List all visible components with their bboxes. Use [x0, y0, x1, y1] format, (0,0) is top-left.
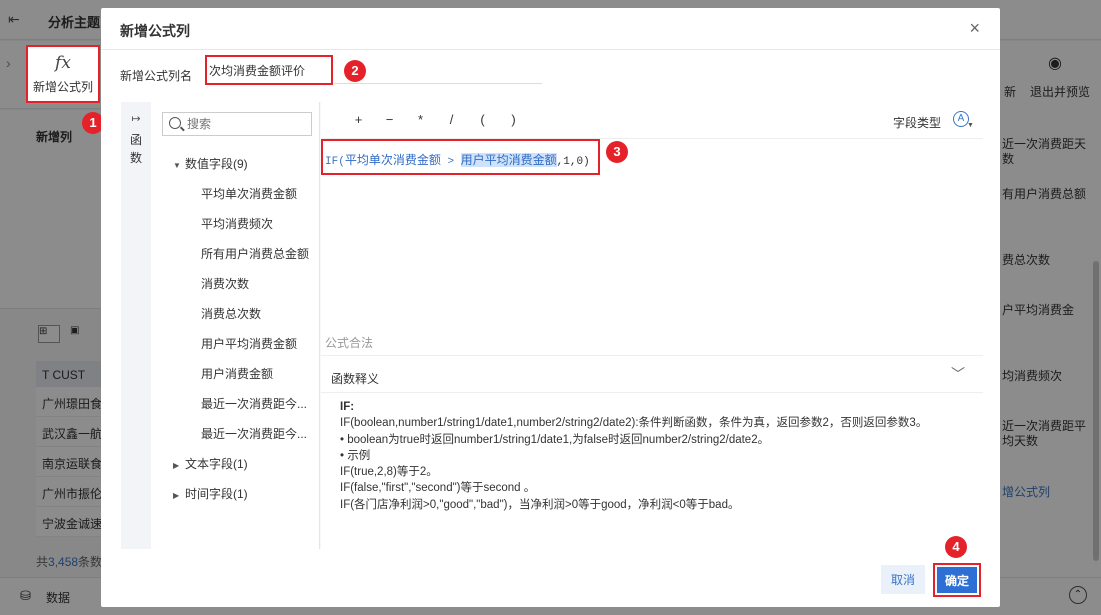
explanation-line: IF(各门店净利润>0,"good","bad")，当净利润>0等于good，净… — [340, 498, 740, 511]
field-type-label: 字段类型 — [893, 116, 942, 130]
formula-status: 公式合法 — [325, 336, 374, 350]
new-formula-column-button[interactable]: fx 新增公式列 — [26, 45, 100, 103]
fx-icon: fx — [55, 53, 71, 73]
tree-item[interactable]: 平均单次消费金额 — [201, 185, 313, 202]
category-label: 数值字段(9) — [185, 157, 248, 171]
operator-divide-button[interactable]: / — [436, 112, 467, 127]
category-label: 时间字段(1) — [185, 487, 248, 501]
formula-paren: ( — [338, 156, 345, 168]
input-underline — [334, 83, 542, 84]
formula-editor: + − * /() 字段类型 A ▼ IF(平均单次消费金额 > 用户平均消费金额,1… — [321, 102, 983, 549]
new-formula-dialog: 新增公式列 × 新增公式列名 2 ↦ 函数 ▼数值字段(9) 平均单次消费金额 … — [101, 8, 1000, 607]
formula-operator: > — [447, 156, 455, 168]
operator-bar: + − * /() — [343, 112, 529, 127]
operator-rparen-button[interactable]: ) — [498, 112, 529, 127]
caret-down-icon: ▼ — [173, 161, 181, 170]
search-input[interactable] — [187, 115, 307, 133]
tree-item[interactable]: 消费次数 — [201, 275, 313, 292]
operator-multiply-button[interactable]: * — [405, 112, 436, 127]
formula-tail: ,1,0) — [556, 156, 590, 168]
explanation-line: IF(boolean,number1/string1/date1,number2… — [340, 417, 928, 430]
tree-item[interactable]: 消费总次数 — [201, 305, 313, 322]
formula-field-selected: 用户平均消费金额 — [460, 153, 557, 167]
function-explanation: 函数释义 ﹀ IF: IF(boolean,number1/string1/da… — [321, 355, 983, 549]
explanation-line: IF(true,2,8)等于2。 — [340, 466, 438, 479]
explanation-line: • 示例 — [340, 449, 371, 462]
tree-item[interactable]: 最近一次消费距今... — [201, 395, 313, 412]
expand-arrow-icon[interactable]: ↦ — [121, 112, 151, 125]
cancel-button[interactable]: 取消 — [881, 565, 925, 594]
operator-minus-button[interactable]: − — [374, 112, 405, 127]
category-label: 文本字段(1) — [185, 457, 248, 471]
caret-down-icon[interactable]: ▼ — [967, 122, 974, 129]
tree-item[interactable]: 用户平均消费金额 — [201, 335, 313, 352]
formula-input[interactable]: IF(平均单次消费金额 > 用户平均消费金额,1,0) — [325, 151, 590, 168]
close-icon[interactable]: × — [969, 18, 980, 39]
formula-function: IF — [325, 156, 339, 168]
formula-field: 平均单次消费金额 — [344, 153, 441, 167]
operator-lparen-button[interactable]: ( — [467, 112, 498, 127]
confirm-button[interactable]: 确定 — [937, 567, 977, 593]
formula-panel: ↦ 函数 ▼数值字段(9) 平均单次消费金额 平均消费频次 所有用户消费总金额 … — [121, 102, 983, 549]
field-tree: ▼数值字段(9) 平均单次消费金额 平均消费频次 所有用户消费总金额 消费次数 … — [151, 102, 320, 549]
chevron-down-icon[interactable]: ﹀ — [951, 364, 965, 384]
step-badge-2: 2 — [344, 60, 366, 82]
caret-right-icon: ▶ — [173, 461, 180, 470]
tree-category-text[interactable]: ▶ 文本字段(1) — [173, 455, 248, 472]
step-badge-3: 3 — [606, 141, 628, 163]
tree-item[interactable]: 用户消费金额 — [201, 365, 313, 382]
step-badge-4: 4 — [945, 536, 967, 558]
explanation-line: • boolean为true时返回number1/string1/date1,为… — [340, 433, 770, 446]
tree-category-time[interactable]: ▶ 时间字段(1) — [173, 485, 248, 502]
divider — [101, 49, 1000, 50]
explanation-line: IF(false,"first","second")等于second 。 — [340, 482, 536, 495]
tree-item[interactable]: 最近一次消费距今... — [201, 425, 313, 442]
operator-plus-button[interactable]: + — [343, 112, 374, 127]
function-explanation-body: IF: IF(boolean,number1/string1/date1,num… — [340, 399, 927, 513]
caret-right-icon: ▶ — [173, 491, 180, 500]
tree-item[interactable]: 平均消费频次 — [201, 215, 313, 232]
divider — [321, 392, 983, 393]
column-name-label: 新增公式列名 — [120, 69, 193, 83]
tree-item[interactable]: 所有用户消费总金额 — [201, 245, 313, 262]
search-icon — [169, 117, 181, 129]
function-explanation-header: 函数释义 — [331, 372, 380, 386]
search-box[interactable] — [162, 112, 312, 136]
new-formula-column-label: 新增公式列 — [32, 80, 93, 94]
function-tab[interactable]: ↦ 函数 — [121, 102, 151, 549]
dialog-title: 新增公式列 — [120, 23, 190, 39]
explanation-title: IF: — [340, 401, 355, 413]
tree-category-numeric[interactable]: ▼ 数值字段(9) — [173, 155, 248, 172]
column-name-input[interactable] — [205, 55, 333, 85]
function-tab-label: 函数 — [129, 133, 142, 165]
